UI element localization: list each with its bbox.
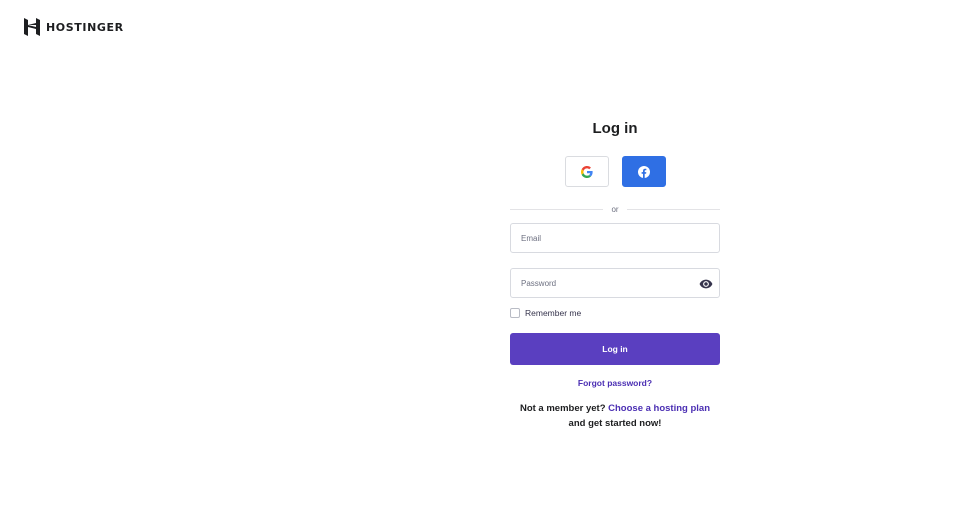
google-icon xyxy=(580,165,593,178)
social-login-buttons xyxy=(510,156,720,187)
remember-me-checkbox[interactable] xyxy=(510,308,520,318)
eye-icon[interactable] xyxy=(699,277,713,291)
forgot-password-link[interactable]: Forgot password? xyxy=(510,378,720,388)
or-divider: or xyxy=(510,201,720,217)
facebook-icon xyxy=(637,165,650,178)
email-input[interactable] xyxy=(511,224,719,252)
choose-hosting-plan-link[interactable]: Choose a hosting plan xyxy=(608,403,710,414)
login-page: HOSTINGER Log in or Email Remember me Lo… xyxy=(0,0,979,521)
signup-prefix: Not a member yet? xyxy=(519,403,606,414)
google-login-button[interactable] xyxy=(564,156,609,187)
brand-name: HOSTINGER xyxy=(46,20,124,34)
hostinger-logo-icon xyxy=(24,18,40,36)
divider-label: or xyxy=(611,204,619,214)
login-button[interactable]: Log in xyxy=(510,333,720,365)
remember-me-label: Remember me xyxy=(525,308,582,318)
brand-logo[interactable]: HOSTINGER xyxy=(24,18,124,36)
password-input[interactable] xyxy=(511,269,719,297)
divider-line-right xyxy=(626,208,720,210)
email-field xyxy=(510,223,720,253)
divider-line-left xyxy=(510,208,604,210)
signup-prompt: Not a member yet? Choose a hosting plan … xyxy=(510,401,720,431)
login-panel: Log in or Email Remember me Log in Forgo… xyxy=(510,118,720,431)
page-title: Log in xyxy=(592,120,638,137)
facebook-login-button[interactable] xyxy=(621,156,666,187)
password-field xyxy=(510,268,720,298)
signup-suffix: and get started now! xyxy=(568,418,662,429)
remember-me: Remember me xyxy=(510,307,720,319)
